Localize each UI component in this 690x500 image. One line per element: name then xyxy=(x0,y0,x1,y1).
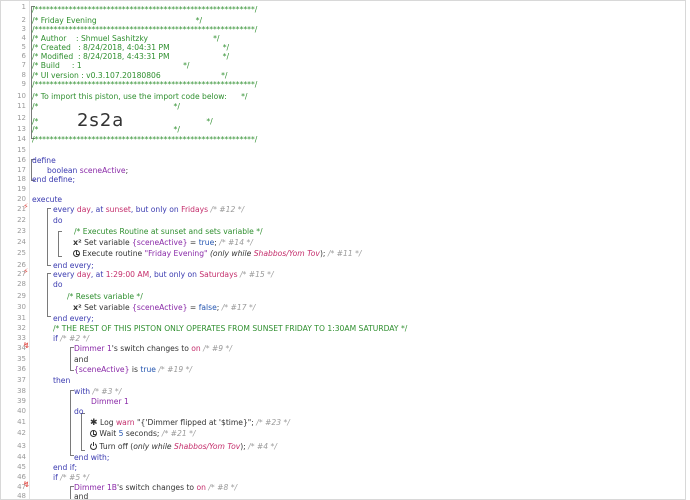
variable-icon: x² xyxy=(73,238,82,247)
power-icon xyxy=(90,442,97,450)
variable-icon: x² xyxy=(73,303,82,312)
line-number: 19 xyxy=(17,185,26,193)
line-number: 15 xyxy=(17,146,26,154)
code-line: end define; xyxy=(32,175,76,184)
code-line: /***************************************… xyxy=(32,135,258,144)
clock-icon xyxy=(73,250,80,257)
statement-line[interactable]: Wait 5 seconds; /* #21 */ xyxy=(1,427,685,440)
clock-icon xyxy=(90,430,97,437)
code-editor: 1 2 3 4 5 6 7 8 9 10 11 12 13 14 15 16 1… xyxy=(0,0,686,500)
code-line: and xyxy=(74,492,89,500)
